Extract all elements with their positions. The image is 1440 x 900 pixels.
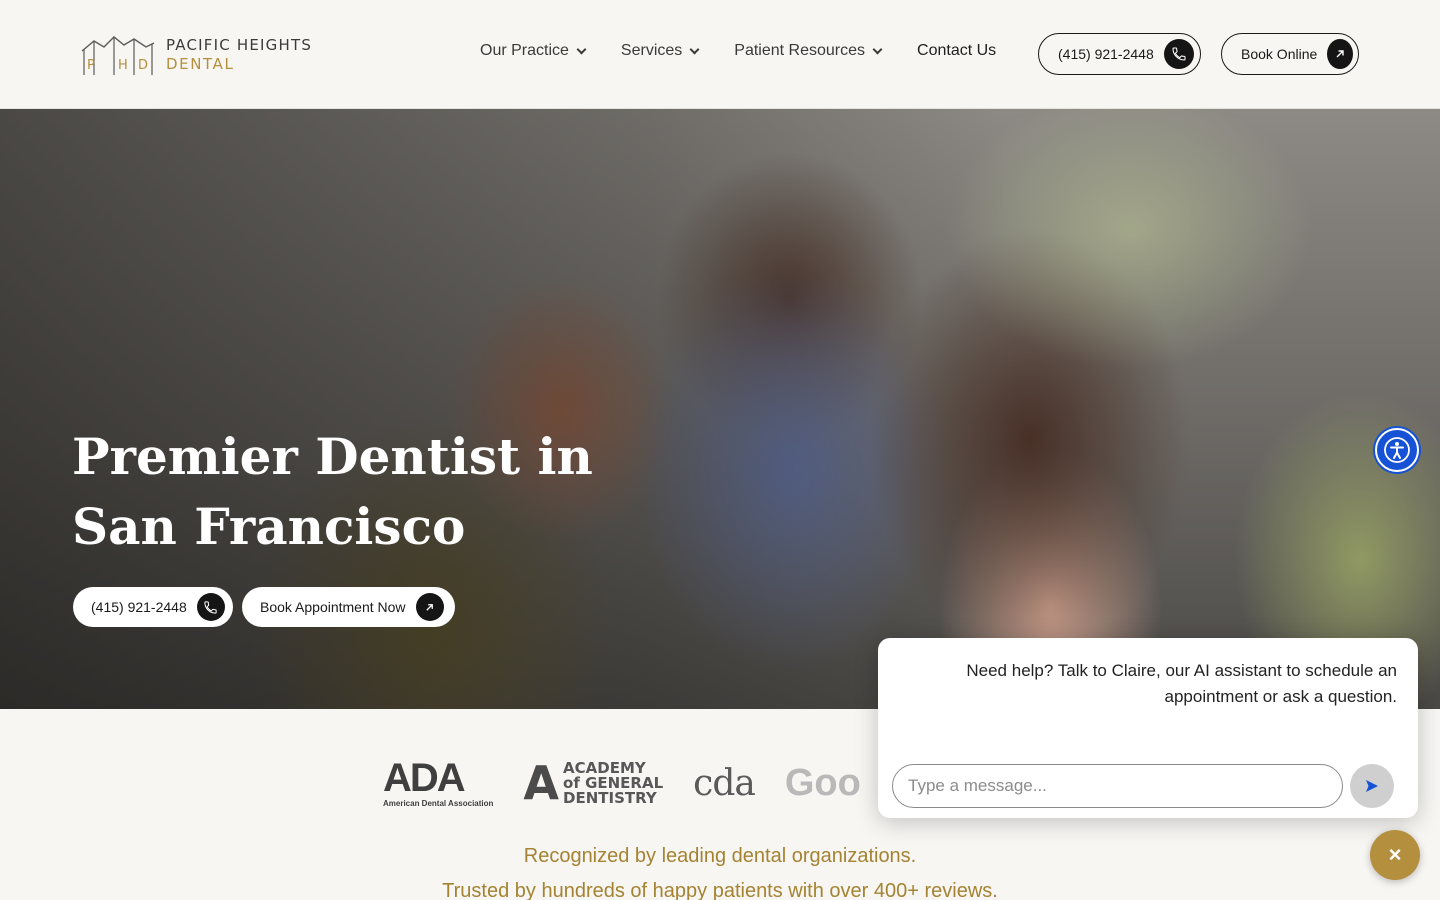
phone-icon	[196, 593, 225, 621]
nav-contact-us[interactable]: Contact Us	[917, 42, 996, 60]
header-book-online-button[interactable]: Book Online	[1221, 33, 1359, 75]
logo-wordmark: PACIFIC HEIGHTS DENTAL	[166, 38, 312, 72]
hero-title: Premier Dentist in San Francisco	[72, 427, 593, 556]
hero-book-appointment-button[interactable]: Book Appointment Now	[242, 587, 455, 627]
phone-icon	[1163, 39, 1194, 69]
svg-text:P: P	[87, 58, 95, 73]
chat-send-button[interactable]	[1350, 764, 1394, 808]
agd-mark: A	[523, 756, 560, 810]
logo-line-2: DENTAL	[166, 55, 235, 73]
arrow-up-right-icon	[415, 593, 444, 621]
nav-contact-us-label: Contact Us	[917, 42, 997, 59]
logo-house-icon: P H D	[81, 36, 155, 75]
cda-logo: cda	[693, 762, 756, 804]
ada-caption: American Dental Association	[383, 799, 494, 808]
nav-patient-resources-label: Patient Resources	[734, 42, 866, 59]
main-nav: Our Practice Services Patient Resources …	[480, 42, 996, 60]
tagline-organizations: Recognized by leading dental organizatio…	[523, 845, 917, 867]
hero-phone-button[interactable]: (415) 921-2448	[73, 587, 233, 627]
site-logo[interactable]: P H D PACIFIC HEIGHTS DENTAL	[80, 32, 320, 78]
send-icon	[1366, 780, 1378, 792]
site-header: P H D PACIFIC HEIGHTS DENTAL Our Practic…	[0, 0, 1440, 109]
arrow-up-right-icon	[1327, 39, 1353, 69]
ada-logo: ADA American Dental Association	[383, 758, 493, 808]
accessibility-icon	[1384, 437, 1410, 463]
header-phone-button[interactable]: (415) 921-2448	[1038, 33, 1201, 75]
google-logo: Goo	[785, 762, 861, 805]
chevron-down-icon	[689, 44, 700, 54]
agd-logo: A ACADEMY of GENERAL DENTISTRY	[523, 760, 663, 806]
nav-patient-resources[interactable]: Patient Resources	[734, 42, 883, 60]
hero-book-appointment-label: Book Appointment Now	[260, 599, 406, 615]
tagline-reviews: Trusted by hundreds of happy patients wi…	[442, 880, 998, 900]
chat-message: Need help? Talk to Claire, our AI assist…	[966, 661, 1397, 706]
header-book-online-label: Book Online	[1241, 46, 1318, 62]
chat-message-input[interactable]	[892, 764, 1343, 808]
accessibility-button[interactable]	[1375, 428, 1419, 472]
nav-our-practice-label: Our Practice	[480, 42, 569, 59]
svg-text:D: D	[138, 58, 148, 73]
agd-line-3: DENTISTRY	[563, 788, 657, 807]
nav-services[interactable]: Services	[620, 42, 700, 60]
svg-text:H: H	[118, 58, 128, 73]
header-phone-label: (415) 921-2448	[1058, 46, 1154, 62]
google-mark: Goo	[784, 761, 861, 804]
hero-section: Premier Dentist in San Francisco (415) 9…	[0, 109, 1440, 709]
hero-phone-label: (415) 921-2448	[91, 599, 187, 615]
chat-widget: Need help? Talk to Claire, our AI assist…	[878, 638, 1418, 818]
logo-line-1: PACIFIC HEIGHTS	[166, 36, 313, 54]
organization-logos: ADA American Dental Association A ACADEM…	[383, 757, 861, 809]
close-icon: ×	[1388, 842, 1402, 867]
chevron-down-icon	[872, 44, 883, 54]
nav-services-label: Services	[620, 42, 683, 59]
chevron-down-icon	[576, 44, 587, 54]
cda-mark: cda	[693, 762, 756, 804]
nav-our-practice[interactable]: Our Practice	[480, 42, 587, 60]
ada-mark: ADA	[383, 756, 466, 800]
chat-close-button[interactable]: ×	[1370, 830, 1420, 880]
